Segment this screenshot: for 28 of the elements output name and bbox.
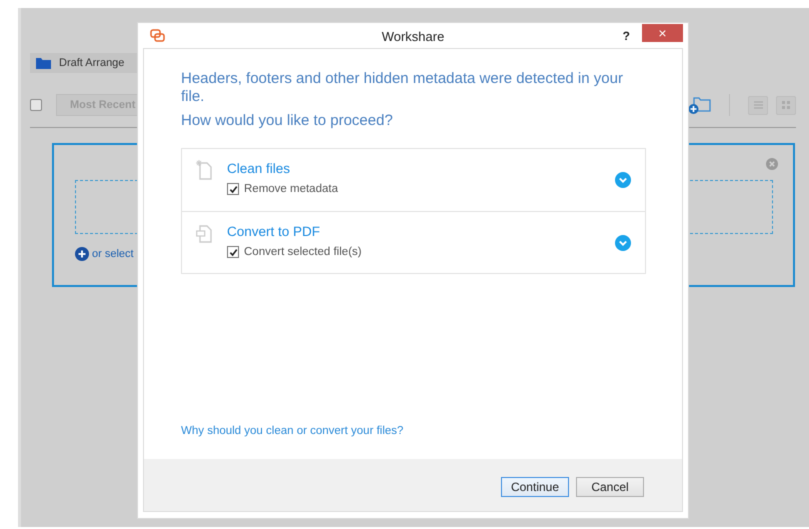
close-button[interactable]: × — [642, 24, 683, 42]
folder-icon — [36, 57, 51, 69]
list-icon — [754, 101, 762, 109]
help-button[interactable]: ? — [622, 28, 630, 42]
checkbox[interactable] — [227, 246, 239, 258]
help-link[interactable]: Why should you clean or convert your files? — [181, 425, 644, 437]
list-view-button[interactable] — [748, 96, 768, 114]
select-files-link[interactable]: or select — [92, 248, 134, 260]
grid-view-button[interactable] — [776, 96, 796, 114]
grid-icon — [782, 101, 790, 109]
option-title: Clean files — [227, 161, 292, 176]
dialog-button[interactable]: Cancel — [576, 477, 644, 497]
add-icon[interactable] — [75, 247, 89, 261]
dialog-button[interactable]: Continue — [501, 477, 569, 497]
checkbox[interactable] — [30, 99, 42, 111]
chevron-icon[interactable] — [615, 234, 631, 250]
close-icon[interactable] — [766, 158, 778, 170]
checkbox-label: Remove metadata — [244, 183, 338, 195]
document-icon — [196, 160, 212, 180]
document-icon — [196, 223, 212, 243]
app-logo-icon — [150, 29, 165, 42]
window-title: Workshare — [382, 29, 444, 44]
checkbox[interactable] — [227, 183, 239, 195]
chevron-icon[interactable] — [615, 172, 631, 188]
checkbox-label: Convert selected file(s) — [244, 246, 362, 258]
option-title: Convert to PDF — [227, 224, 322, 239]
add-folder-icon[interactable] — [688, 96, 711, 114]
breadcrumb-item[interactable]: Draft Arrange — [59, 57, 124, 69]
